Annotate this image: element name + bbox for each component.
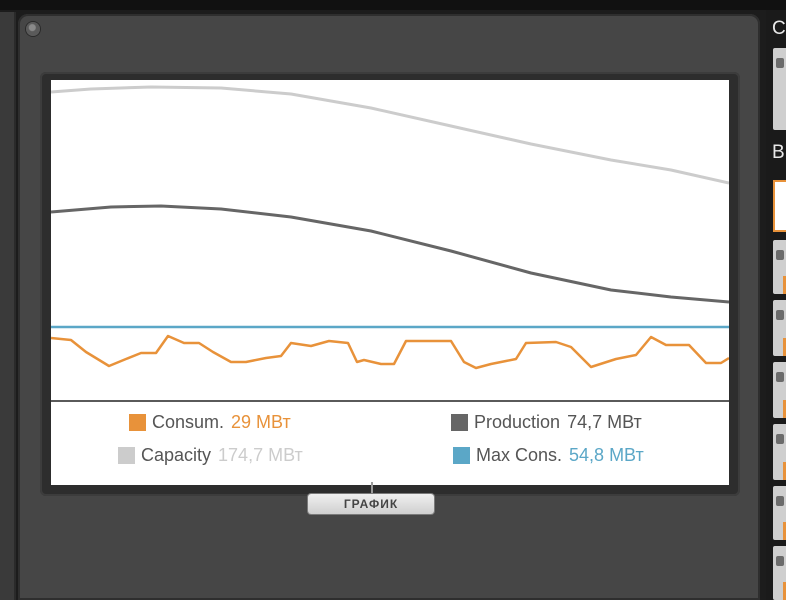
graph-legend: Consum. 29 МВт Production 74,7 МВт Capac…	[51, 402, 729, 485]
legend-production-label: Production	[474, 412, 561, 432]
item-icon	[776, 250, 784, 260]
item-icon	[776, 372, 784, 382]
series-line-capacity	[51, 85, 729, 185]
series-line-consum	[51, 334, 729, 370]
right-panel-item[interactable]	[773, 48, 786, 130]
right-panel-item[interactable]	[773, 424, 786, 480]
legend-consum-label: Consum.	[152, 412, 225, 432]
right-panel-selected-item[interactable]	[773, 180, 786, 232]
legend-capacity-label: Capacity	[141, 445, 212, 465]
legend-capacity: Capacity 174,7 МВт	[118, 445, 303, 466]
tab-connector	[371, 482, 373, 494]
legend-production: Production 74,7 МВт	[451, 412, 642, 433]
capacity-swatch-icon	[118, 447, 135, 464]
graph-frame: Consum. 29 МВт Production 74,7 МВт Capac…	[40, 72, 740, 496]
right-panel-item[interactable]	[773, 300, 786, 356]
legend-max-cons: Max Cons. 54,8 МВт	[453, 445, 644, 466]
consum-swatch-icon	[129, 414, 146, 431]
legend-max-cons-label: Max Cons.	[476, 445, 563, 465]
item-icon	[776, 434, 784, 444]
energy-graph	[51, 85, 729, 370]
panel-bolt-icon	[26, 22, 40, 36]
left-panel-edge	[0, 12, 16, 600]
right-panel-item[interactable]	[773, 546, 786, 600]
item-icon	[776, 496, 784, 506]
legend-max-cons-value: 54,8 МВт	[569, 445, 644, 465]
tab-graph-button[interactable]: ГРАФИК	[308, 494, 434, 514]
graph-screen: Consum. 29 МВт Production 74,7 МВт Capac…	[51, 80, 729, 485]
item-icon	[776, 58, 784, 68]
legend-consum: Consum. 29 МВт	[129, 412, 291, 433]
production-swatch-icon	[451, 414, 468, 431]
right-panel-item[interactable]	[773, 486, 786, 540]
right-panel-heading-2: В	[772, 142, 785, 163]
item-icon	[776, 310, 784, 320]
right-panel-item[interactable]	[773, 362, 786, 418]
legend-capacity-value: 174,7 МВт	[218, 445, 303, 465]
legend-consum-value: 29 МВт	[231, 412, 291, 432]
item-icon	[776, 556, 784, 566]
top-bar	[0, 0, 786, 10]
max-cons-swatch-icon	[453, 447, 470, 464]
series-line-production	[51, 204, 729, 304]
right-panel-item[interactable]	[773, 240, 786, 294]
right-panel-heading-1: С	[772, 18, 786, 39]
legend-production-value: 74,7 МВт	[567, 412, 642, 432]
